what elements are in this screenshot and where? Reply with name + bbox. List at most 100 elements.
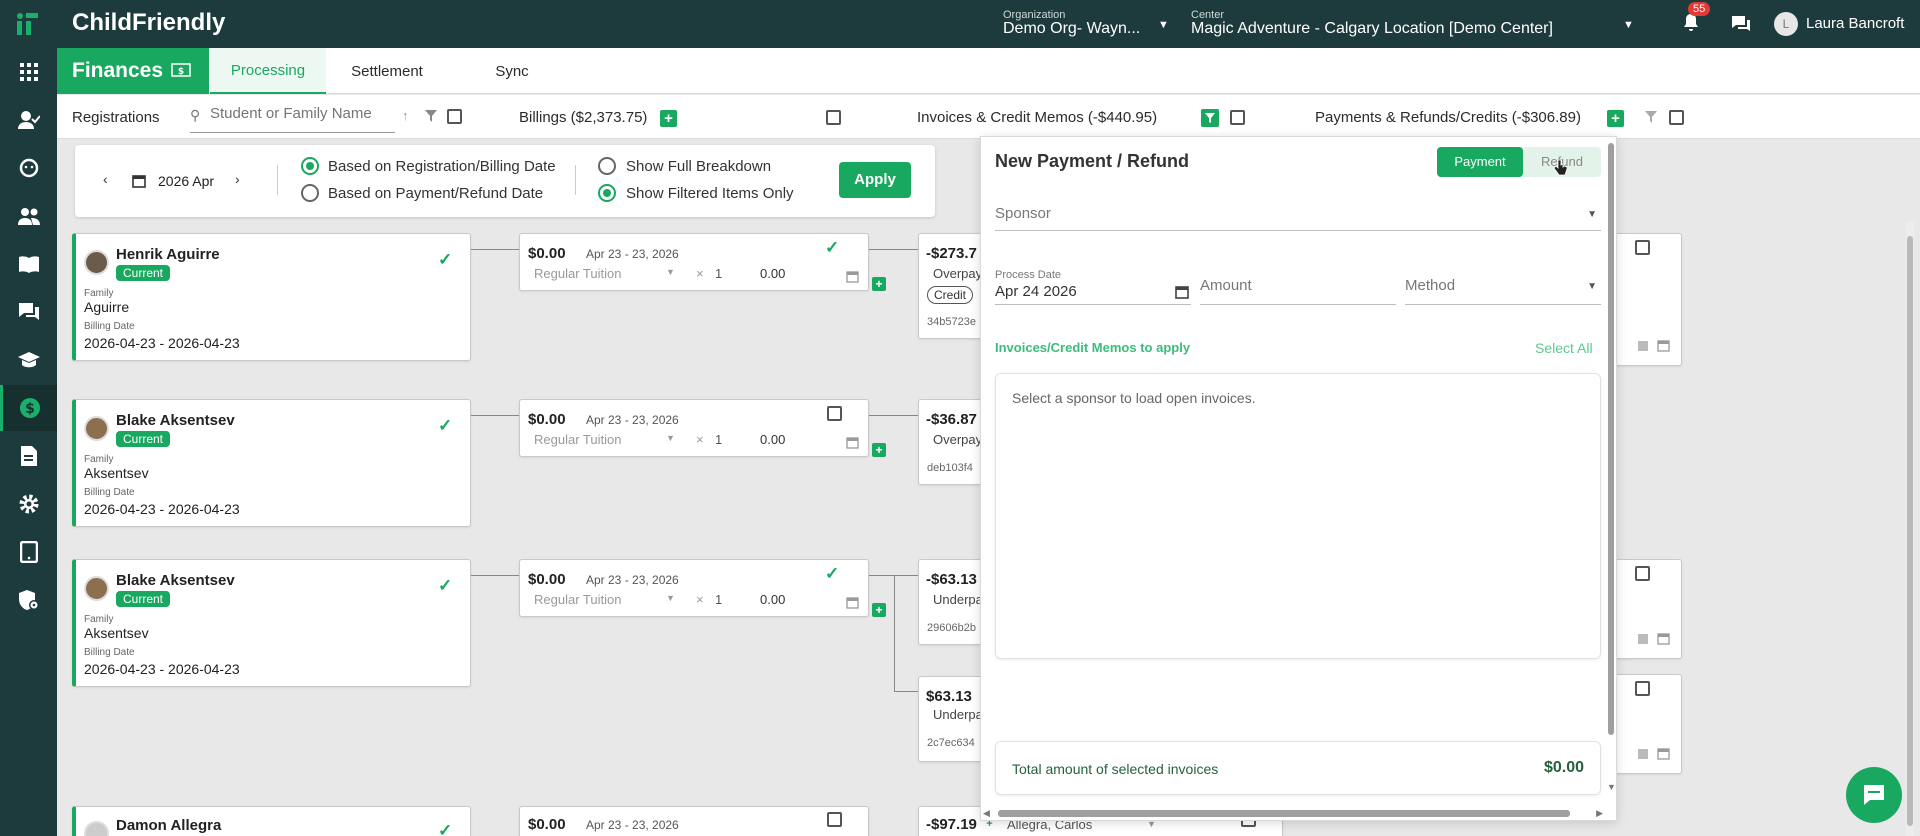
sort-arrow-icon[interactable]: ↑	[402, 108, 409, 123]
calendar-icon[interactable]	[1657, 748, 1670, 760]
bell-icon[interactable]	[1682, 13, 1700, 33]
sidebar-item-children[interactable]	[0, 145, 57, 191]
sidebar-item-finances[interactable]: $	[0, 385, 57, 431]
registration-card[interactable]: Blake Aksentsev Current ✓ Family Aksents…	[72, 399, 471, 527]
filter-icon[interactable]	[425, 110, 437, 122]
calendar-icon[interactable]	[1657, 340, 1670, 352]
sidebar-item-kiosk[interactable]	[0, 529, 57, 575]
filter-active-icon[interactable]	[1201, 109, 1219, 127]
tab-sync[interactable]: Sync	[457, 48, 567, 94]
sidebar-item-documents[interactable]	[0, 433, 57, 479]
tab-settlement[interactable]: Settlement	[332, 48, 442, 94]
payment-card[interactable]	[1610, 559, 1682, 659]
quantity-value[interactable]: 1	[715, 592, 722, 607]
chevron-down-icon[interactable]: ▼	[666, 267, 675, 277]
radio-full-breakdown[interactable]	[598, 157, 616, 175]
org-select[interactable]: Demo Org- Wayn...	[1003, 20, 1140, 38]
org-dropdown-icon[interactable]: ▼	[1158, 19, 1169, 31]
calendar-icon[interactable]	[1175, 285, 1189, 299]
note-icon[interactable]	[1637, 748, 1649, 760]
finance-screen-icon[interactable]: $	[171, 63, 191, 79]
messages-icon[interactable]	[1731, 15, 1751, 33]
payment-checkbox[interactable]	[1635, 566, 1650, 581]
billing-checkbox[interactable]	[827, 406, 842, 421]
avatar[interactable]: L	[1774, 12, 1798, 36]
prev-month-button[interactable]: ‹	[103, 171, 108, 187]
amount-field[interactable]: Amount	[1200, 265, 1396, 305]
radio-registration-date[interactable]	[301, 157, 319, 175]
payment-card[interactable]	[1610, 674, 1682, 774]
sidebar-item-attendance[interactable]	[0, 97, 57, 143]
next-month-button[interactable]: ›	[235, 171, 240, 187]
billings-select-all-checkbox[interactable]	[826, 110, 841, 125]
invoices-select-all-checkbox[interactable]	[1230, 110, 1245, 125]
scroll-down-icon[interactable]: ▼	[1607, 782, 1616, 792]
user-name[interactable]: Laura Bancroft	[1806, 15, 1904, 32]
support-chat-button[interactable]	[1846, 767, 1902, 823]
tab-processing[interactable]: Processing	[210, 48, 326, 94]
chevron-down-icon[interactable]: ▼	[666, 433, 675, 443]
sidebar-item-messages[interactable]	[0, 289, 57, 335]
sidebar-item-learning[interactable]	[0, 337, 57, 383]
method-select[interactable]: Method ▼	[1405, 265, 1601, 305]
page-scrollbar-track[interactable]	[1906, 222, 1914, 836]
quantity-value[interactable]: 1	[715, 432, 722, 447]
month-label[interactable]: 2026 Apr	[158, 173, 214, 189]
add-billing-line-button[interactable]: +	[872, 277, 886, 291]
billing-card[interactable]: $0.00 Apr 23 - 23, 2026 ✓ Regular Tuitio…	[519, 233, 869, 291]
calendar-icon[interactable]	[846, 271, 859, 283]
panel-hscroll-thumb[interactable]	[998, 810, 1570, 817]
quantity-value[interactable]: 1	[715, 266, 722, 281]
radio-payment-date[interactable]	[301, 184, 319, 202]
sidebar-item-curriculum[interactable]	[0, 241, 57, 287]
note-icon[interactable]	[1637, 340, 1649, 352]
scroll-left-icon[interactable]: ◀	[983, 808, 990, 819]
registration-card[interactable]: Henrik Aguirre Current ✓ Family Aguirre …	[72, 233, 471, 361]
chevron-down-icon[interactable]: ▼	[1587, 209, 1597, 220]
registration-card[interactable]: Damon Allegra ✓	[72, 806, 471, 836]
payments-filter-icon[interactable]	[1645, 111, 1657, 123]
center-select[interactable]: Magic Adventure - Calgary Location [Demo…	[1191, 20, 1553, 38]
radio-filtered-only[interactable]	[598, 184, 616, 202]
sidebar-item-settings[interactable]	[0, 481, 57, 527]
calendar-icon[interactable]	[846, 597, 859, 609]
registrations-select-all-checkbox[interactable]	[447, 109, 462, 124]
payment-checkbox[interactable]	[1635, 681, 1650, 696]
calendar-icon[interactable]	[846, 437, 859, 449]
sidebar-item-admin[interactable]	[0, 577, 57, 623]
note-icon[interactable]	[1637, 633, 1649, 645]
select-all-link[interactable]: Select All	[1535, 340, 1593, 356]
panel-scrollbar-thumb[interactable]	[1608, 143, 1614, 735]
add-billing-line-button[interactable]: +	[872, 443, 886, 457]
billing-card[interactable]: $0.00 Apr 23 - 23, 2026 ✓ Regular Tuitio…	[519, 559, 869, 617]
add-payment-button[interactable]: +	[1607, 110, 1624, 127]
payment-checkbox[interactable]	[1635, 240, 1650, 255]
scroll-right-icon[interactable]: ▶	[1596, 808, 1603, 819]
panel-horizontal-scrollbar[interactable]: ◀ ▶	[981, 807, 1605, 821]
payments-select-all-checkbox[interactable]	[1669, 110, 1684, 125]
center-dropdown-icon[interactable]: ▼	[1623, 19, 1634, 31]
logo-text[interactable]: ChildFriendly	[72, 9, 225, 37]
process-date-field[interactable]: Process Date Apr 24 2026	[995, 265, 1191, 305]
sidebar-item-families[interactable]	[0, 193, 57, 239]
chevron-down-icon[interactable]: ▼	[666, 593, 675, 603]
calendar-icon[interactable]	[1657, 633, 1670, 645]
apply-button[interactable]: Apply	[839, 162, 911, 198]
registration-card[interactable]: Blake Aksentsev Current ✓ Family Aksents…	[72, 559, 471, 687]
panel-vertical-scrollbar[interactable]: ▼	[1605, 137, 1617, 797]
payment-card[interactable]	[1610, 233, 1682, 366]
add-billing-button[interactable]: +	[660, 110, 677, 127]
chevron-down-icon[interactable]: ▼	[1587, 281, 1597, 292]
tuition-select[interactable]: Regular Tuition	[534, 266, 621, 281]
sidebar-item-apps[interactable]	[0, 49, 57, 95]
billing-card[interactable]: $0.00 Apr 23 - 23, 2026 Regular Tuition …	[519, 399, 869, 457]
search-input[interactable]	[210, 105, 385, 122]
payment-toggle-button[interactable]: Payment	[1437, 147, 1523, 177]
sponsor-select[interactable]: Sponsor ▼	[995, 197, 1601, 231]
page-scrollbar-thumb[interactable]	[1907, 236, 1913, 826]
add-billing-line-button[interactable]: +	[872, 603, 886, 617]
billing-card[interactable]: $0.00 Apr 23 - 23, 2026	[519, 806, 869, 836]
tuition-select[interactable]: Regular Tuition	[534, 432, 621, 447]
tuition-select[interactable]: Regular Tuition	[534, 592, 621, 607]
billing-checkbox[interactable]	[827, 812, 842, 827]
